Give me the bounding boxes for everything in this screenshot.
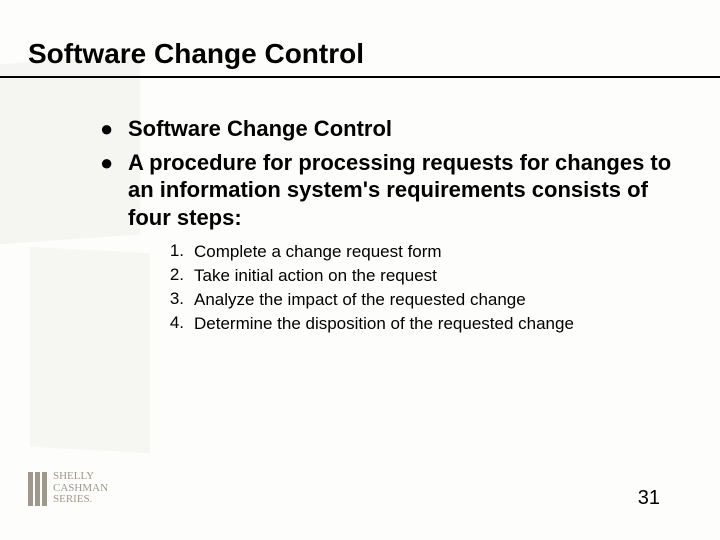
list-number: 4. (156, 313, 194, 333)
content-area: ● Software Change Control ● A procedure … (100, 115, 680, 337)
bullet-glyph: ● (100, 115, 128, 143)
publisher-logo: SHELLY CASHMAN SERIES. (28, 471, 108, 506)
list-number: 3. (156, 289, 194, 309)
bullet-text: A procedure for processing requests for … (128, 149, 680, 232)
numbered-list: 1. Complete a change request form 2. Tak… (156, 241, 680, 335)
page-number: 31 (638, 487, 660, 510)
list-text: Complete a change request form (194, 241, 442, 263)
list-item: 3. Analyze the impact of the requested c… (156, 289, 680, 311)
logo-bars-icon (28, 472, 47, 506)
logo-text: SHELLY CASHMAN SERIES. (53, 471, 108, 506)
bullet-glyph: ● (100, 149, 128, 177)
list-item: 1. Complete a change request form (156, 241, 680, 263)
bullet-item: ● A procedure for processing requests fo… (100, 149, 680, 232)
list-number: 2. (156, 265, 194, 285)
list-text: Take initial action on the request (194, 265, 437, 287)
list-item: 4. Determine the disposition of the requ… (156, 313, 680, 335)
bullet-text: Software Change Control (128, 115, 392, 143)
list-text: Determine the disposition of the request… (194, 313, 574, 335)
bullet-item: ● Software Change Control (100, 115, 680, 143)
list-number: 1. (156, 241, 194, 261)
list-text: Analyze the impact of the requested chan… (194, 289, 526, 311)
list-item: 2. Take initial action on the request (156, 265, 680, 287)
page-title: Software Change Control (0, 38, 720, 76)
title-bar: Software Change Control (0, 38, 720, 78)
logo-line: SERIES. (53, 494, 108, 506)
